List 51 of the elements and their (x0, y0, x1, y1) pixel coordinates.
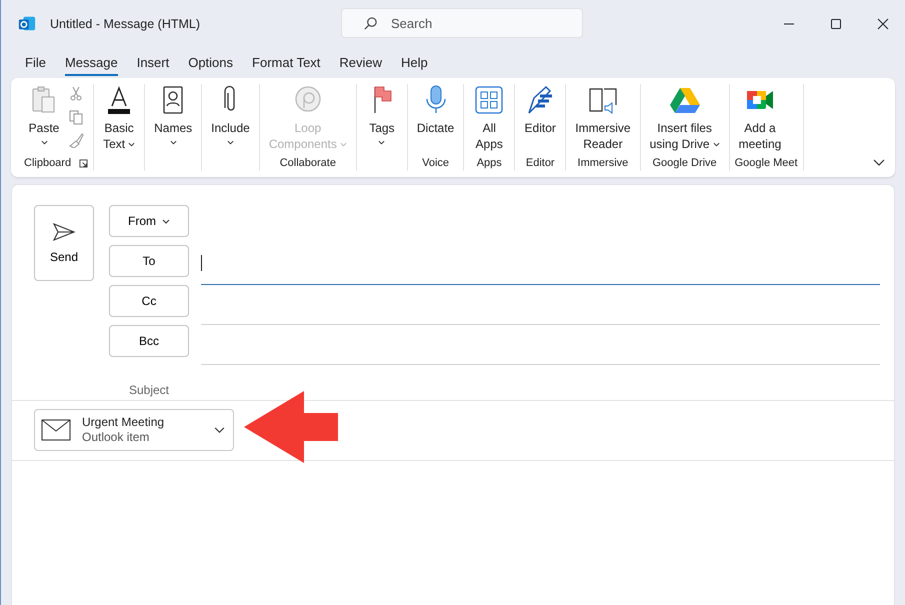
ribbon-button[interactable]: Dictate (412, 84, 458, 155)
ribbon-tab[interactable]: Options (188, 50, 234, 76)
group-label: Voice (422, 157, 450, 169)
address-button[interactable]: Bcc (109, 325, 189, 357)
ribbon-button[interactable]: Basic Text (99, 84, 140, 155)
subject-label: Subject (128, 383, 170, 397)
maximize-icon[interactable] (830, 18, 842, 30)
ribbon-tab[interactable]: Format Text (252, 50, 320, 76)
dialog-launcher-icon[interactable] (79, 158, 88, 168)
ribbon-tab[interactable]: Message (64, 50, 118, 76)
group-label: Editor (526, 157, 555, 169)
ribbon-button[interactable]: Insert files using Drive (646, 84, 724, 155)
group-label: Apps (476, 157, 502, 169)
grid-icon (473, 84, 506, 116)
chevron-down-icon[interactable] (873, 159, 885, 167)
group-label: Clipboard (24, 157, 72, 169)
search-icon (363, 16, 378, 31)
ribbon-tab[interactable]: Insert (136, 50, 170, 76)
ribbon-button[interactable]: Names (150, 84, 196, 155)
ribbon-button[interactable]: Immersive Reader (571, 84, 635, 155)
ribbon-button[interactable]: All Apps (469, 84, 510, 155)
scissors-icon[interactable] (68, 86, 84, 102)
app-logo-icon (18, 15, 36, 33)
address-button[interactable]: Cc (109, 285, 189, 317)
close-icon[interactable] (877, 18, 889, 30)
brush-icon[interactable] (68, 132, 84, 148)
chevron-down-icon[interactable] (214, 426, 225, 434)
group-label: Immersive (578, 157, 628, 169)
envelope-icon (41, 419, 71, 441)
attachment-card[interactable]: Urgent Meeting Outlook item (34, 409, 234, 451)
address-button[interactable]: To (109, 245, 189, 277)
ribbon-button[interactable]: Add a meeting (734, 84, 786, 155)
ribbon-button[interactable]: Include (207, 84, 254, 155)
attachment-type: Outlook item (82, 430, 150, 445)
attachment-name: Urgent Meeting (82, 415, 166, 430)
caret-icon (162, 219, 170, 224)
ribbon-button[interactable]: Editor (520, 84, 560, 155)
send-icon (52, 222, 76, 242)
search-field[interactable]: Search (341, 8, 583, 38)
ribbon-tab[interactable]: Help (401, 50, 428, 76)
copy-icon[interactable] (68, 109, 84, 125)
ribbon-tab[interactable]: Review (339, 50, 382, 76)
group-label: Google Drive (652, 157, 717, 169)
ribbon-tab[interactable]: File (25, 50, 46, 76)
window-title: Untitled - Message (HTML) (50, 17, 200, 31)
from-button[interactable]: From (109, 205, 189, 237)
ribbon-button[interactable]: Paste (24, 84, 64, 155)
ribbon-button[interactable]: Tags (362, 84, 402, 155)
group-label: Google Meet (734, 157, 798, 169)
group-label: Collaborate (280, 157, 336, 169)
send-button[interactable]: Send (34, 205, 94, 281)
